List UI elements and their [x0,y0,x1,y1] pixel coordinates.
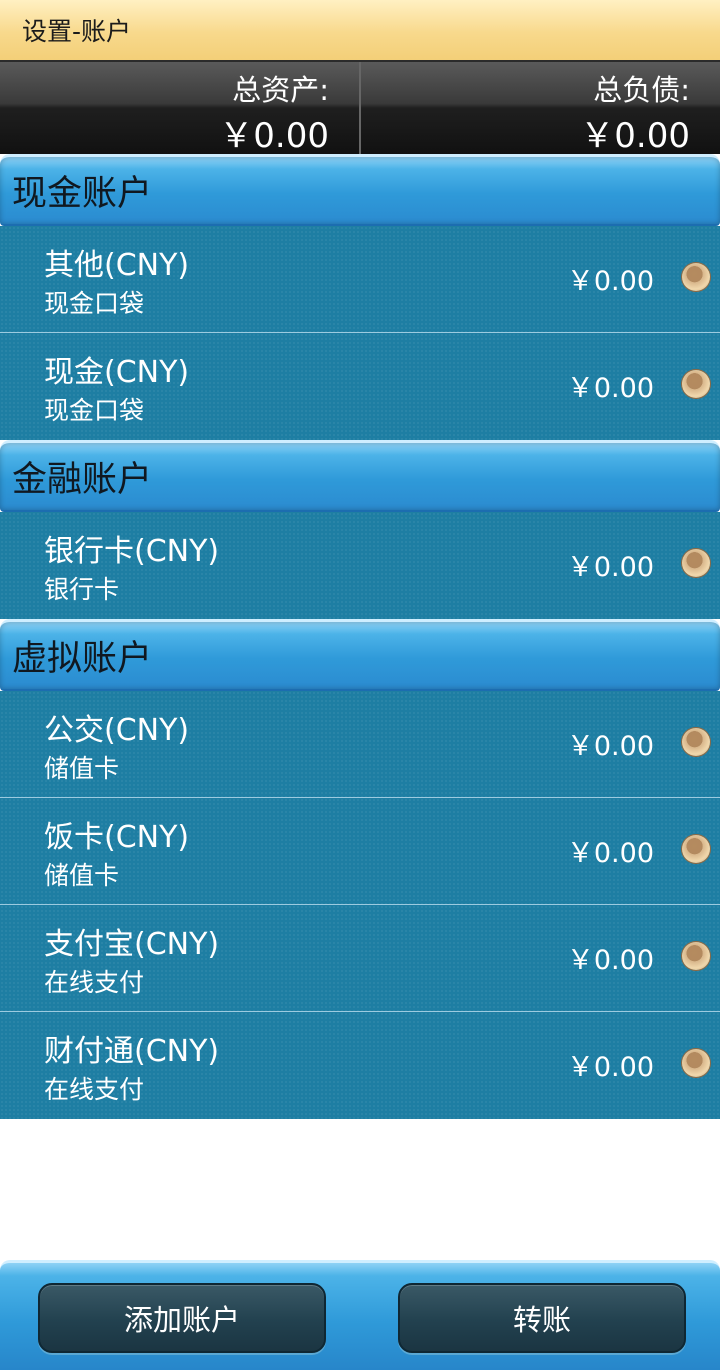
account-name: 公交(CNY) [44,713,190,748]
account-row-meal-card[interactable]: 饭卡(CNY) 储值卡 ￥0.00 [0,798,720,905]
account-type: 储值卡 [44,861,120,890]
account-name: 现金(CNY) [44,355,190,390]
account-name: 其他(CNY) [44,248,190,283]
total-assets-value: ￥0.00 [219,116,329,156]
account-name: 银行卡(CNY) [44,534,220,569]
section-title: 金融账户 [12,460,153,500]
account-row-bus[interactable]: 公交(CNY) 储值卡 ￥0.00 [0,691,720,798]
total-assets-label: 总资产: [232,73,329,107]
transfer-button[interactable]: 转账 [398,1283,686,1353]
account-type: 现金口袋 [44,396,145,425]
section-header-financial: 金融账户 [0,440,720,512]
tan-circle-icon [682,1049,710,1077]
account-type: 银行卡 [44,575,120,604]
tan-circle-icon [682,942,710,970]
account-amount: ￥0.00 [566,266,654,297]
account-type: 在线支付 [44,1075,145,1104]
tan-circle-icon [682,549,710,577]
account-amount: ￥0.00 [566,373,654,404]
total-assets: 总资产: ￥0.00 [0,62,359,156]
title-bar: 设置-账户 [0,0,720,62]
add-account-button[interactable]: 添加账户 [38,1283,326,1353]
account-amount: ￥0.00 [566,1052,654,1083]
total-liabilities-label: 总负债: [593,73,690,107]
account-type: 在线支付 [44,968,145,997]
account-row-alipay[interactable]: 支付宝(CNY) 在线支付 ￥0.00 [0,905,720,1012]
account-name: 财付通(CNY) [44,1034,220,1069]
account-amount: ￥0.00 [566,552,654,583]
tan-circle-icon [682,728,710,756]
bottom-toolbar: 添加账户 转账 [0,1260,720,1370]
account-type: 储值卡 [44,754,120,783]
summary-bar: 总资产: ￥0.00 总负债: ￥0.00 [0,62,720,156]
account-row-bank-card[interactable]: 银行卡(CNY) 银行卡 ￥0.00 [0,512,720,619]
account-amount: ￥0.00 [566,945,654,976]
account-name: 支付宝(CNY) [44,927,220,962]
account-row-other[interactable]: 其他(CNY) 现金口袋 ￥0.00 [0,226,720,333]
tan-circle-icon [682,835,710,863]
section-title: 虚拟账户 [12,639,153,679]
tan-circle-icon [682,263,710,291]
tan-circle-icon [682,370,710,398]
accounts-screen: 设置-账户 总资产: ￥0.00 总负债: ￥0.00 现金账户 其他(CNY)… [0,0,720,1370]
total-liabilities-value: ￥0.00 [580,116,690,156]
account-amount: ￥0.00 [566,838,654,869]
account-type: 现金口袋 [44,289,145,318]
total-liabilities: 总负债: ￥0.00 [359,62,720,156]
section-header-cash: 现金账户 [0,154,720,226]
account-row-cash[interactable]: 现金(CNY) 现金口袋 ￥0.00 [0,333,720,440]
page-title: 设置-账户 [22,17,132,46]
account-amount: ￥0.00 [566,731,654,762]
account-list: 现金账户 其他(CNY) 现金口袋 ￥0.00 现金(CNY) 现金口袋 ￥0.… [0,154,720,1119]
account-name: 饭卡(CNY) [44,820,190,855]
section-title: 现金账户 [12,174,153,214]
account-row-tenpay[interactable]: 财付通(CNY) 在线支付 ￥0.00 [0,1012,720,1119]
section-header-virtual: 虚拟账户 [0,619,720,691]
